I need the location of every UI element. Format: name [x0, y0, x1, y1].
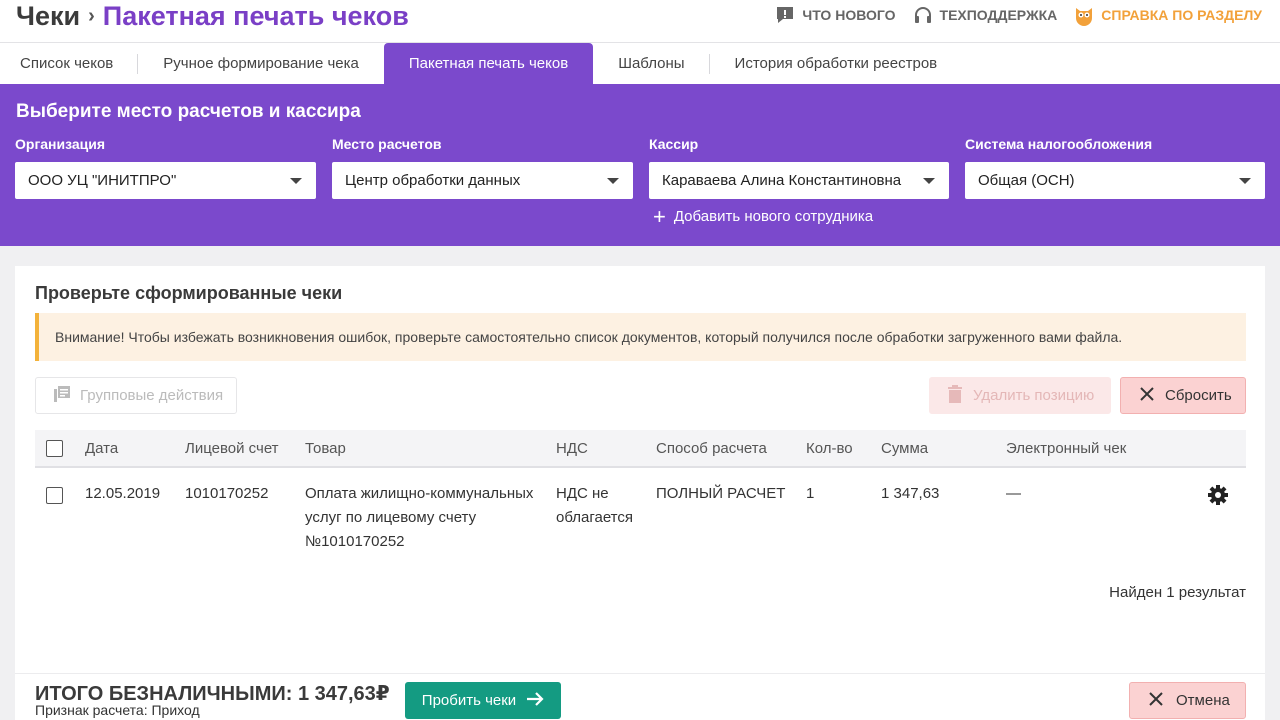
col-product[interactable]: Товар: [305, 440, 346, 457]
place-value: Центр обработки данных: [345, 172, 521, 189]
footer-bar: ИТОГО БЕЗНАЛИЧНЫМИ: 1 347,63₽ Признак ра…: [15, 673, 1265, 720]
col-account[interactable]: Лицевой счет: [185, 440, 279, 457]
warning-alert: Внимание! Чтобы избежать возникновения о…: [35, 313, 1246, 361]
reset-button[interactable]: Сбросить: [1120, 377, 1246, 414]
top-links: Что нового Техподдержка Справка по разде…: [774, 4, 1262, 26]
arrow-right-icon: [526, 691, 544, 711]
cancel-label: Отмена: [1176, 692, 1230, 709]
col-echeck[interactable]: Электронный чек: [1006, 440, 1126, 457]
settings-title: Выберите место расчетов и кассира: [16, 101, 361, 122]
cancel-button[interactable]: Отмена: [1129, 682, 1246, 719]
tab-label: История обработки реестров: [734, 55, 938, 72]
place-label: Место расчетов: [332, 136, 442, 152]
submit-label: Пробить чеки: [421, 692, 517, 709]
top-bar: Чеки › Пакетная печать чеков Что нового …: [0, 0, 1280, 42]
chevron-down-icon: [1239, 178, 1251, 184]
chat-icon: [774, 4, 796, 26]
add-employee-label: Добавить нового сотрудника: [673, 208, 874, 225]
cell-date: 12.05.2019: [85, 485, 161, 502]
breadcrumb-separator: ›: [88, 4, 95, 27]
section-title: Проверьте сформированные чеки: [35, 283, 343, 303]
cell-qty: 1: [806, 485, 815, 502]
tax-label: Система налогообложения: [965, 136, 1153, 152]
delete-position-label: Удалить позицию: [973, 387, 1095, 404]
group-actions-label: Групповые действия: [80, 387, 224, 404]
add-employee-link[interactable]: + Добавить нового сотрудника: [653, 203, 874, 229]
reset-label: Сбросить: [1165, 387, 1232, 404]
support-label: Техподдержка: [939, 7, 1058, 23]
tab-manual-check[interactable]: Ручное формирование чека: [138, 43, 384, 84]
col-method[interactable]: Способ расчета: [656, 440, 767, 457]
results-count: Найден 1 результат: [1109, 584, 1246, 601]
stack-icon: [52, 384, 72, 408]
cashier-select[interactable]: Караваева Алина Константиновна: [649, 162, 949, 199]
tax-value: Общая (ОСН): [978, 172, 1075, 189]
table-header: Дата Лицевой счет Товар НДС Способ расче…: [35, 430, 1246, 468]
cell-sum: 1 347,63: [881, 485, 940, 502]
col-date[interactable]: Дата: [85, 440, 118, 457]
plus-icon: +: [653, 203, 666, 229]
tab-bar: Список чеков Ручное формирование чека Па…: [0, 42, 1280, 84]
col-qty[interactable]: Кол-во: [806, 440, 853, 457]
col-sum[interactable]: Сумма: [881, 440, 928, 457]
whats-new-link[interactable]: Что нового: [774, 4, 896, 26]
settings-panel: Выберите место расчетов и кассира Органи…: [0, 84, 1280, 246]
cell-echeck: —: [1006, 485, 1021, 502]
cell-method: ПОЛНЫЙ РАСЧЕТ: [656, 485, 786, 502]
tab-checks-list[interactable]: Список чеков: [0, 43, 139, 84]
breadcrumb: Чеки › Пакетная печать чеков: [16, 0, 409, 32]
breadcrumb-root[interactable]: Чеки: [16, 1, 80, 32]
close-icon: [1148, 691, 1164, 711]
organization-value: ООО УЦ "ИНИТПРО": [28, 172, 177, 189]
col-vat[interactable]: НДС: [556, 440, 588, 457]
cashier-value: Караваева Алина Константиновна: [662, 172, 902, 189]
cell-vat: НДС не облагается: [556, 485, 634, 526]
close-icon: [1139, 386, 1155, 406]
tab-label: Пакетная печать чеков: [408, 55, 569, 72]
organization-select[interactable]: ООО УЦ "ИНИТПРО": [15, 162, 316, 199]
tab-batch-print[interactable]: Пакетная печать чеков: [383, 43, 594, 84]
table-row[interactable]: 12.05.2019 1010170252 Оплата жилищно-ком…: [35, 470, 1246, 560]
support-link[interactable]: Техподдержка: [912, 4, 1058, 26]
tab-registry-history[interactable]: История обработки реестров: [710, 43, 963, 84]
tab-templates[interactable]: Шаблоны: [593, 43, 710, 84]
row-checkbox[interactable]: [46, 487, 63, 504]
group-actions-button[interactable]: Групповые действия: [35, 377, 237, 414]
organization-label: Организация: [15, 136, 106, 152]
submit-checks-button[interactable]: Пробить чеки: [405, 682, 561, 719]
chevron-down-icon: [290, 178, 302, 184]
help-label: Справка по разделу: [1101, 7, 1262, 23]
help-link[interactable]: Справка по разделу: [1073, 4, 1262, 26]
cell-product: Оплата жилищно-коммунальных услуг по лиц…: [305, 485, 534, 550]
gear-icon[interactable]: [1207, 484, 1229, 514]
chevron-down-icon: [923, 178, 935, 184]
cell-account: 1010170252: [185, 485, 269, 502]
tab-label: Ручное формирование чека: [163, 55, 359, 72]
select-all-checkbox[interactable]: [46, 440, 63, 457]
owl-icon: [1073, 4, 1095, 26]
checks-card: Проверьте сформированные чеки Внимание! …: [15, 266, 1265, 720]
page-title: Пакетная печать чеков: [102, 0, 409, 31]
tab-label: Шаблоны: [618, 55, 685, 72]
tax-select[interactable]: Общая (ОСН): [965, 162, 1265, 199]
headset-icon: [912, 4, 934, 26]
trash-icon: [947, 384, 963, 407]
warning-text: Внимание! Чтобы избежать возникновения о…: [55, 329, 1123, 345]
payment-sign: Признак расчета: Приход: [35, 702, 200, 718]
cashier-label: Кассир: [649, 136, 699, 152]
delete-position-button[interactable]: Удалить позицию: [929, 377, 1111, 414]
chevron-down-icon: [607, 178, 619, 184]
place-select[interactable]: Центр обработки данных: [332, 162, 633, 199]
whats-new-label: Что нового: [802, 7, 896, 23]
tab-label: Список чеков: [20, 55, 114, 72]
